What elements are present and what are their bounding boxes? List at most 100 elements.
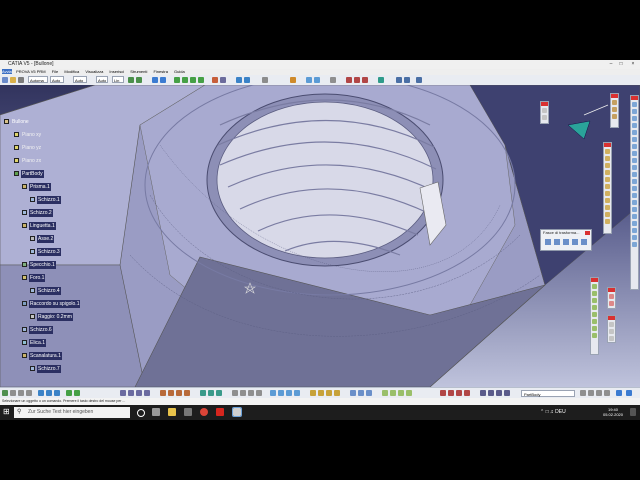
rotate-icon[interactable] <box>182 77 188 83</box>
tree-node-fillet[interactable]: Raccordo su spigolo.1 <box>22 300 81 308</box>
app-icon[interactable] <box>184 408 192 416</box>
tool-icon[interactable] <box>10 390 16 396</box>
tool-icon[interactable] <box>609 294 614 299</box>
tool-icon[interactable] <box>382 390 388 396</box>
undo-icon[interactable] <box>152 77 158 83</box>
normal-view-icon[interactable] <box>212 77 218 83</box>
tool-icon[interactable] <box>496 390 502 396</box>
remove-face-icon[interactable] <box>592 326 597 331</box>
parameter-icon[interactable] <box>378 77 384 83</box>
maximize-icon[interactable]: □ <box>616 60 626 69</box>
tool-icon[interactable] <box>632 221 637 226</box>
tool-icon[interactable] <box>612 107 617 112</box>
tool-icon[interactable] <box>176 390 182 396</box>
tool-icon[interactable] <box>632 193 637 198</box>
scale-icon[interactable] <box>581 239 587 245</box>
color-combo[interactable]: Auto <box>50 76 64 83</box>
tool-icon[interactable] <box>74 390 80 396</box>
translate-icon[interactable] <box>545 239 551 245</box>
tree-node-sketch-3[interactable]: Schizzo.3 <box>30 248 61 256</box>
hide-show-icon[interactable] <box>262 77 268 83</box>
tool-icon[interactable] <box>216 390 222 396</box>
tool-icon[interactable] <box>208 390 214 396</box>
tool-icon[interactable] <box>580 390 586 396</box>
tool-icon[interactable] <box>542 115 547 120</box>
tool-icon[interactable] <box>294 390 300 396</box>
tree-node-sketch-6[interactable]: Schizzo.6 <box>22 326 53 334</box>
copy-icon[interactable] <box>354 77 360 83</box>
tree-node-sketch-1[interactable]: Schizzo.1 <box>30 196 61 204</box>
tool-icon[interactable] <box>398 390 404 396</box>
taskbar-clock[interactable]: 19:40 05.02.2020 <box>600 407 626 417</box>
shading-icon[interactable] <box>236 77 242 83</box>
tree-node-radius[interactable]: Raggio: 0.2mm <box>30 313 73 321</box>
tool-icon[interactable] <box>542 108 547 113</box>
tool-icon[interactable] <box>358 390 364 396</box>
tool-icon[interactable] <box>632 172 637 177</box>
close-icon[interactable] <box>591 278 598 282</box>
tool-icon[interactable] <box>632 242 637 247</box>
close-icon[interactable] <box>611 94 618 98</box>
tool-icon[interactable] <box>609 329 614 334</box>
close-icon[interactable] <box>608 316 615 320</box>
tool-icon[interactable] <box>46 390 52 396</box>
tool-icon[interactable] <box>144 390 150 396</box>
tool-icon[interactable] <box>632 186 637 191</box>
tool-icon[interactable] <box>612 114 617 119</box>
hole-icon[interactable] <box>605 177 610 182</box>
close-icon[interactable] <box>604 143 611 147</box>
draft-icon[interactable] <box>592 298 597 303</box>
minimize-icon[interactable]: – <box>606 60 616 69</box>
tool-icon[interactable] <box>128 390 134 396</box>
tool-icon[interactable] <box>334 390 340 396</box>
tree-node-shaft[interactable]: Linguetta.1 <box>22 222 56 230</box>
groove-icon[interactable] <box>605 170 610 175</box>
tool-icon[interactable] <box>456 390 462 396</box>
tree-node-hole[interactable]: Foro.1 <box>22 274 46 282</box>
tree-node-root[interactable]: Bullone <box>4 118 30 126</box>
tool-icon[interactable] <box>232 390 238 396</box>
tree-node-mirror[interactable]: Specchio.1 <box>22 261 56 269</box>
tool-icon[interactable] <box>248 390 254 396</box>
shell-icon[interactable] <box>592 305 597 310</box>
tool-icon[interactable] <box>66 390 72 396</box>
tool-icon[interactable] <box>120 390 126 396</box>
new-icon[interactable] <box>2 77 8 83</box>
fly-mode-icon[interactable] <box>306 77 312 83</box>
tool-icon[interactable] <box>604 390 610 396</box>
tool-icon[interactable] <box>184 390 190 396</box>
tool-icon[interactable] <box>632 179 637 184</box>
menu-item-start[interactable]: Avvia <box>2 69 12 74</box>
stiffener-icon[interactable] <box>605 198 610 203</box>
tool-icon[interactable] <box>632 228 637 233</box>
tool-icon[interactable] <box>406 390 412 396</box>
shaft-icon[interactable] <box>605 163 610 168</box>
close-icon[interactable] <box>608 288 615 292</box>
paste-icon[interactable] <box>362 77 368 83</box>
slot-icon[interactable] <box>605 191 610 196</box>
tree-node-helix[interactable]: Elica.1 <box>22 339 47 347</box>
tool-icon[interactable] <box>278 390 284 396</box>
iso-view-icon[interactable] <box>220 77 226 83</box>
tree-node-plane-zx[interactable]: Piano zx <box>14 157 42 165</box>
grid-icon[interactable] <box>136 77 142 83</box>
tool-icon[interactable] <box>588 390 594 396</box>
tool-icon[interactable] <box>448 390 454 396</box>
catalog-icon[interactable] <box>416 77 422 83</box>
tool-icon[interactable] <box>200 390 206 396</box>
tool-icon[interactable] <box>616 390 622 396</box>
fillet-icon[interactable] <box>592 284 597 289</box>
update-icon[interactable] <box>2 390 8 396</box>
point-combo[interactable]: Lin <box>112 76 124 83</box>
tool-icon[interactable] <box>632 207 637 212</box>
tool-icon[interactable] <box>612 100 617 105</box>
3d-viewport[interactable]: Bullone Piano xy Piano yz Piano zx PartB… <box>0 85 640 387</box>
pocket-icon[interactable] <box>605 156 610 161</box>
close-icon[interactable] <box>541 102 548 106</box>
knowledge-icon[interactable] <box>404 77 410 83</box>
tool-icon[interactable] <box>38 390 44 396</box>
rib-icon[interactable] <box>605 184 610 189</box>
tree-node-partbody[interactable]: PartBody <box>14 170 44 178</box>
save-icon[interactable] <box>18 77 24 83</box>
tool-icon[interactable] <box>26 390 32 396</box>
